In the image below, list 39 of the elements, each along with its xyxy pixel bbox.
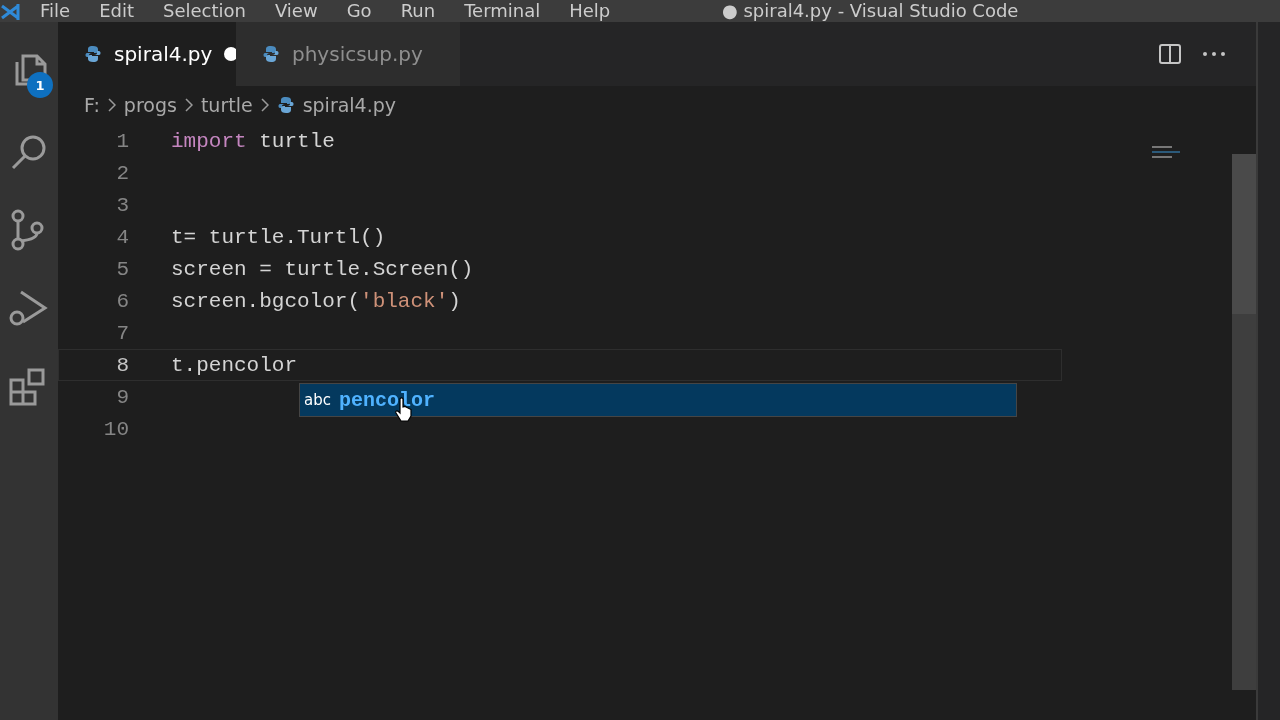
editor-tab[interactable]: spiral4.py	[58, 22, 236, 86]
menu-item[interactable]: Run	[400, 0, 436, 22]
python-icon	[276, 96, 295, 114]
window-title: ● spiral4.py - Visual Studio Code	[722, 0, 1019, 22]
menu-item[interactable]: File	[40, 0, 71, 22]
code-line: screen = turtle.Screen()	[171, 257, 474, 281]
app-logo-icon	[0, 4, 20, 20]
code-line: import turtle	[171, 129, 335, 153]
more-actions-icon[interactable]	[1202, 51, 1226, 57]
line-number: 8	[115, 353, 129, 377]
notification-badge: 1	[27, 72, 53, 98]
line-number: 10	[102, 417, 129, 441]
menu-item[interactable]: Edit	[99, 0, 134, 22]
line-number: 9	[115, 385, 129, 409]
breadcrumb-item[interactable]: turtle	[200, 94, 253, 116]
menu-item[interactable]: View	[274, 0, 318, 22]
split-editor-icon[interactable]	[1158, 43, 1182, 65]
breadcrumb-item[interactable]: F:	[84, 94, 100, 116]
line-number: 2	[115, 161, 129, 185]
suggestion-item[interactable]: abc pencolor	[299, 383, 1017, 417]
menu-item[interactable]: Help	[569, 0, 611, 22]
breadcrumb-item[interactable]: progs	[123, 94, 177, 116]
line-number: 1	[115, 129, 129, 153]
line-number: 3	[115, 193, 129, 217]
menu-item[interactable]: Selection	[163, 0, 246, 22]
line-number: 6	[115, 289, 129, 313]
minimap	[1152, 146, 1180, 158]
menu-item[interactable]: Go	[346, 0, 372, 22]
line-number: 7	[115, 321, 129, 345]
python-icon	[262, 45, 280, 63]
menu-item[interactable]: Terminal	[464, 0, 541, 22]
code-line: screen.bgcolor('black')	[171, 289, 461, 313]
code-line: t= turtle.Turtl()	[171, 225, 386, 249]
python-icon	[84, 45, 102, 63]
editor-tab[interactable]: physicsup.py	[236, 22, 460, 86]
line-number: 4	[115, 225, 129, 249]
code-line: t.pencolor	[171, 353, 298, 377]
breadcrumb-item[interactable]: spiral4.py	[302, 94, 397, 116]
line-number: 5	[115, 257, 129, 281]
